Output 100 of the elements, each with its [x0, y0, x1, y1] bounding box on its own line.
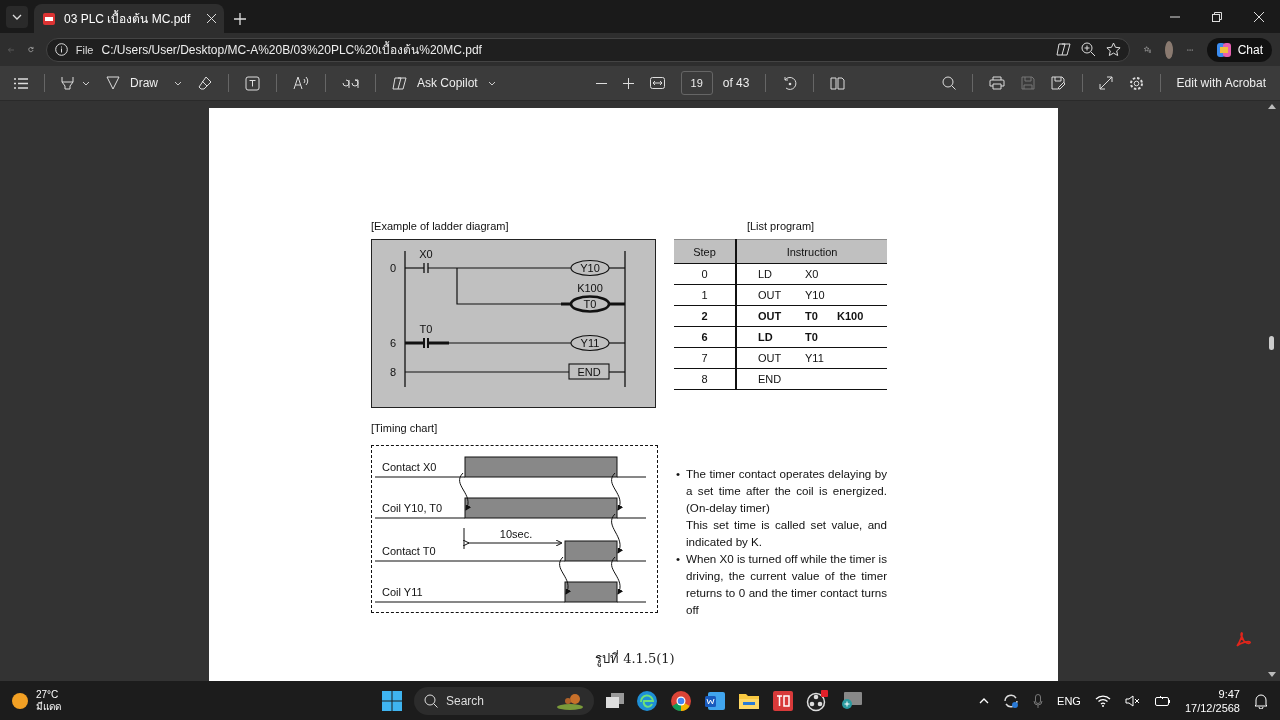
magnifier-app-icon[interactable] [840, 691, 862, 711]
instruction-setting: K100 [837, 310, 865, 322]
sun-icon[interactable] [12, 693, 28, 709]
step-number: 0 [389, 262, 396, 274]
edit-with-acrobat-button[interactable]: Edit with Acrobat [1176, 76, 1266, 90]
read-aloud-icon[interactable] [293, 76, 309, 90]
text-box-icon[interactable] [245, 75, 260, 91]
taskbar-search-field[interactable]: Search [414, 687, 594, 715]
end-label: END [577, 366, 601, 378]
muted-speaker-icon[interactable] [1124, 695, 1141, 707]
clock-date[interactable]: 17/12/2568 [1184, 701, 1240, 715]
note-text: This set time is called set value, and indicated by K. [686, 517, 887, 550]
step-cell: 6 [674, 326, 736, 348]
zoom-in-icon[interactable] [622, 77, 634, 89]
word-icon[interactable] [704, 690, 726, 712]
search-icon[interactable] [941, 76, 956, 90]
profile-avatar[interactable] [1164, 40, 1173, 59]
file-scheme-label: File [75, 43, 94, 56]
wifi-icon[interactable] [1094, 695, 1111, 707]
bullet-mark: • [676, 466, 682, 482]
step-cell: 0 [674, 263, 736, 285]
caret-icon [487, 80, 496, 86]
instruction-operand: T0 [805, 331, 819, 343]
causal-arrow [459, 472, 471, 511]
info-icon[interactable] [54, 43, 68, 56]
battery-icon[interactable] [1154, 695, 1171, 707]
instruction-code: LD [758, 268, 774, 280]
address-bar[interactable]: File C:/Users/User/Desktop/MC-A%20B/03%20PLC%20เบื้องต้น%20MC.pdf [45, 37, 1130, 62]
figure-caption: รูปที่ 4.1.5(1) [595, 649, 675, 669]
close-icon[interactable] [207, 14, 216, 23]
new-tab-icon[interactable] [234, 13, 246, 25]
url-text[interactable]: C:/Users/User/Desktop/MC-A%20B/03%20PLC%20เบื้องต้น%20MC.pdf [101, 40, 1048, 59]
tab-list-button[interactable] [6, 6, 28, 28]
bullet-mark: • [676, 551, 682, 567]
coil-label: Y11 [580, 337, 600, 349]
task-view-icon[interactable] [606, 693, 624, 709]
chrome-icon[interactable] [670, 690, 692, 712]
causal-arrow [611, 556, 623, 595]
instruction-operand: X0 [805, 268, 820, 280]
chevron-up-icon[interactable] [979, 698, 990, 704]
caret-icon[interactable] [174, 80, 182, 86]
page-view-icon[interactable] [830, 76, 846, 90]
contents-icon[interactable] [14, 77, 28, 89]
temperature-text[interactable]: 27°C [36, 689, 61, 701]
page-number-field[interactable]: 19 [680, 71, 713, 95]
scroll-down-icon[interactable] [1268, 672, 1276, 677]
microphone-icon[interactable] [1033, 693, 1044, 709]
delay-label: 10sec. [499, 528, 533, 540]
eraser-icon[interactable] [198, 76, 212, 90]
folder-icon[interactable] [738, 691, 760, 711]
instruction-code: OUT [758, 310, 783, 322]
input-language[interactable]: ENG [1057, 695, 1081, 707]
zoom-in-icon[interactable] [1080, 42, 1096, 57]
restore-icon[interactable] [1212, 11, 1222, 22]
star-icon[interactable] [1105, 42, 1121, 57]
coil-symbol [570, 259, 610, 277]
draw-button[interactable]: Draw [106, 76, 158, 90]
signal-label: Contact X0 [382, 461, 437, 473]
scrollbar-thumb[interactable] [1269, 336, 1274, 350]
fit-width-icon[interactable] [649, 77, 665, 89]
edge-browser-icon[interactable] [636, 690, 658, 712]
ask-copilot-button[interactable]: Ask Copilot [392, 75, 496, 91]
step-number: 6 [389, 337, 396, 349]
browser-tab[interactable]: 03 PLC เบื้องต้น MC.pdf [34, 4, 224, 33]
coil-symbol [570, 334, 610, 352]
step-cell: 1 [674, 284, 736, 306]
chat-button[interactable]: Chat [1206, 37, 1272, 62]
note-text: When X0 is turned off while the timer is driving, the current value of the timer returns to 0 and the timer contact turns off [686, 551, 887, 618]
acrobat-icon[interactable] [1234, 631, 1252, 649]
sync-icon[interactable] [1003, 693, 1020, 709]
instruction-code: END [758, 373, 783, 385]
notification-bell-icon[interactable] [1254, 693, 1268, 709]
settings-icon[interactable] [1128, 75, 1144, 91]
translate-icon[interactable] [342, 77, 359, 89]
timing-chart-title: [Timing chart] [371, 422, 439, 436]
save-as-icon[interactable] [1050, 76, 1066, 90]
pdf-file-icon [42, 11, 56, 26]
coil-label: T0 [583, 298, 597, 310]
rotate-icon[interactable] [782, 75, 798, 91]
save-icon [1020, 76, 1035, 90]
causal-arrow [611, 513, 623, 554]
close-icon[interactable] [1254, 11, 1264, 22]
ladder-diagram-title: [Example of ladder diagram] [371, 220, 510, 234]
squirrel-drawing [556, 692, 584, 710]
scroll-up-icon[interactable] [1268, 104, 1276, 109]
expand-icon[interactable] [1098, 76, 1113, 90]
instruction-operand: Y10 [805, 289, 826, 301]
signal-label: Coil Y11 [382, 586, 423, 598]
signal-label: Coil Y10, T0 [382, 502, 443, 514]
print-icon[interactable] [988, 76, 1005, 90]
highlighter-icon[interactable] [61, 76, 74, 90]
weather-text[interactable]: มีแดด [36, 701, 61, 713]
clock-time[interactable]: 9:47 [1218, 687, 1240, 701]
windows-start-icon[interactable] [382, 691, 402, 711]
search-icon [424, 694, 438, 708]
contact-label: T0 [419, 323, 433, 335]
caret-icon[interactable] [82, 80, 90, 86]
step-cell: 7 [674, 347, 736, 369]
instruction-operand: Y11 [805, 352, 825, 364]
note-text: The timer contact operates delaying by a set time after the coil is energized. (On-delay timer) [686, 466, 887, 516]
